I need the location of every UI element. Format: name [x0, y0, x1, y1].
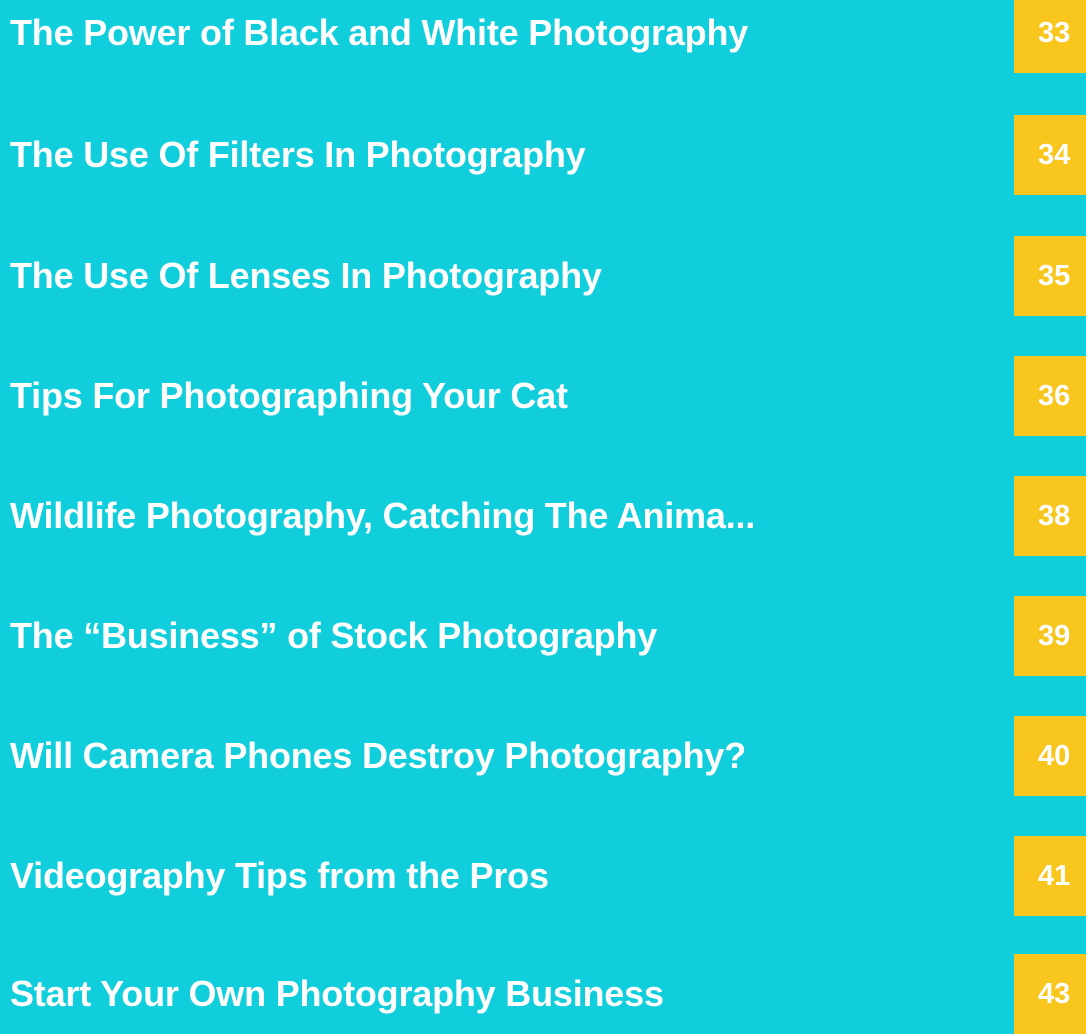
- toc-entry-page-number: 41: [1014, 836, 1086, 916]
- toc-entry-title: Tips For Photographing Your Cat: [10, 375, 568, 416]
- toc-entry[interactable]: Start Your Own Photography Business 43: [0, 954, 1086, 1034]
- toc-entry-page-number: 36: [1014, 356, 1086, 436]
- table-of-contents: The Power of Black and White Photography…: [0, 0, 1086, 1034]
- toc-entry-title: The Power of Black and White Photography: [10, 12, 749, 53]
- toc-entry-page-number: 39: [1014, 596, 1086, 676]
- toc-entry-title: The Use Of Filters In Photography: [10, 134, 586, 175]
- toc-entry-page-number: 35: [1014, 236, 1086, 316]
- toc-entry-title: Start Your Own Photography Business: [10, 973, 664, 1014]
- toc-entry[interactable]: Tips For Photographing Your Cat 36: [0, 356, 1086, 436]
- toc-entry-page-number: 33: [1014, 0, 1086, 73]
- toc-entry-title: The “Business” of Stock Photography: [10, 615, 658, 656]
- toc-entry[interactable]: The Use Of Lenses In Photography 35: [0, 236, 1086, 316]
- toc-entry[interactable]: The Power of Black and White Photography…: [0, 0, 1086, 73]
- toc-entry-page-number: 43: [1014, 954, 1086, 1034]
- toc-entry[interactable]: Will Camera Phones Destroy Photography? …: [0, 716, 1086, 796]
- toc-entry-title: The Use Of Lenses In Photography: [10, 255, 602, 296]
- toc-entry-page-number: 40: [1014, 716, 1086, 796]
- toc-entry-page-number: 38: [1014, 476, 1086, 556]
- toc-entry[interactable]: Videography Tips from the Pros 41: [0, 836, 1086, 916]
- toc-entry-title: Videography Tips from the Pros: [10, 855, 549, 896]
- toc-entry-page-number: 34: [1014, 115, 1086, 195]
- toc-entry-title: Wildlife Photography, Catching The Anima…: [10, 495, 756, 536]
- toc-entry[interactable]: Wildlife Photography, Catching The Anima…: [0, 476, 1086, 556]
- toc-entry[interactable]: The Use Of Filters In Photography 34: [0, 115, 1086, 195]
- toc-entry[interactable]: The “Business” of Stock Photography 39: [0, 596, 1086, 676]
- toc-entry-title: Will Camera Phones Destroy Photography?: [10, 735, 747, 776]
